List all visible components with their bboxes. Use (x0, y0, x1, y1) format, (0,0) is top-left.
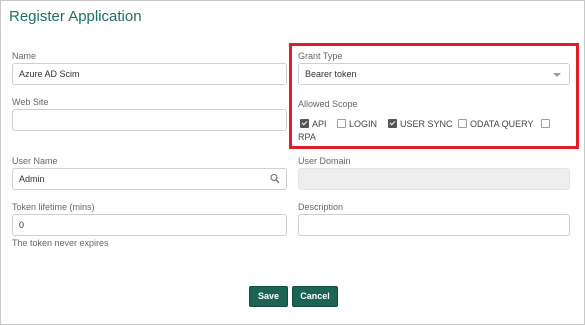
save-button[interactable]: Save (249, 286, 288, 307)
cancel-button[interactable]: Cancel (292, 286, 338, 307)
search-icon[interactable] (270, 173, 280, 185)
description-input[interactable] (298, 214, 570, 236)
website-input[interactable] (12, 109, 287, 131)
username-input[interactable]: Admin (12, 168, 287, 190)
token-note: The token never expires (12, 238, 109, 248)
highlight-box (289, 43, 579, 149)
username-value: Admin (19, 174, 45, 184)
dialog-title: Register Application (9, 8, 142, 25)
website-label: Web Site (12, 97, 49, 107)
token-lifetime-label: Token lifetime (mins) (12, 202, 95, 212)
description-label: Description (298, 202, 344, 212)
name-label: Name (12, 51, 37, 61)
register-application-dialog: Register Application Name Azure AD Scim … (0, 0, 585, 325)
user-domain-input (298, 168, 570, 190)
user-domain-label: User Domain (298, 156, 351, 166)
token-lifetime-input[interactable]: 0 (12, 214, 287, 236)
username-label: User Name (12, 156, 58, 166)
name-input[interactable]: Azure AD Scim (12, 63, 287, 85)
